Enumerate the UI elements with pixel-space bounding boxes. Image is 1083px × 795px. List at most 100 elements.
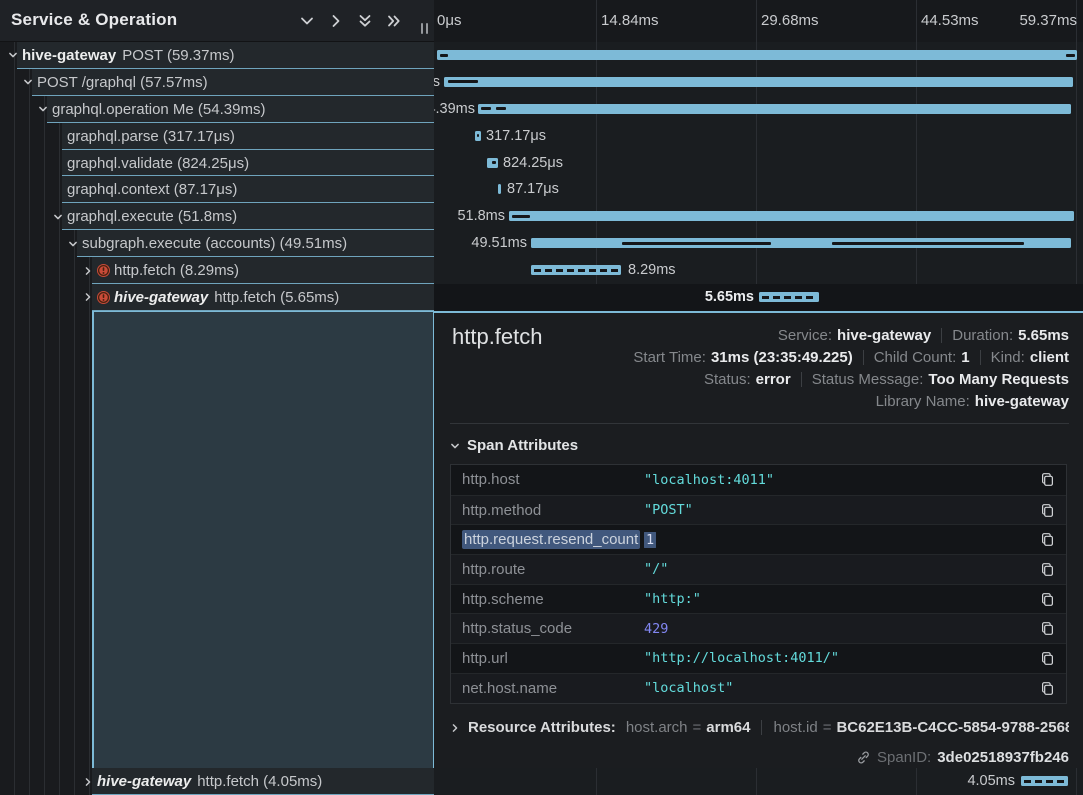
span-duration-bar[interactable]: [509, 211, 1074, 221]
resource-value: arm64: [706, 719, 750, 736]
span-duration-label: 51.8ms: [457, 208, 505, 224]
timeline-span-row[interactable]: 87.17μs: [434, 176, 1083, 203]
meta-label: Status:: [704, 371, 751, 388]
span-duration-label: 317.17μs: [486, 128, 546, 144]
tree-span-row[interactable]: http.fetch (8.29ms): [0, 257, 434, 284]
copy-icon[interactable]: [1040, 592, 1055, 607]
timeline-span-row[interactable]: [434, 42, 1083, 69]
attribute-key: http.host: [462, 471, 642, 488]
link-icon[interactable]: [856, 750, 871, 765]
resource-attributes-title: Resource Attributes:: [468, 719, 616, 736]
tree-span-row[interactable]: graphql.operation Me (54.39ms): [0, 96, 434, 123]
chevron-down-icon[interactable]: [299, 13, 315, 29]
attribute-row[interactable]: http.url"http://localhost:4011/": [451, 643, 1066, 673]
meta-value: hive-gateway: [837, 327, 931, 344]
timeline-span-row[interactable]: 54.39ms: [434, 96, 1083, 123]
timeline-span-row[interactable]: 57.57ms: [434, 69, 1083, 96]
copy-icon[interactable]: [1040, 651, 1055, 666]
splitter-drag-handle[interactable]: [421, 23, 429, 34]
span-duration-bar[interactable]: [444, 77, 1073, 87]
chevron-down-icon[interactable]: [23, 77, 37, 87]
span-duration-bar[interactable]: [531, 265, 621, 275]
chevron-down-icon[interactable]: [53, 212, 67, 222]
resource-attributes-items: host.arch=arm64host.id=BC62E13B-C4CC-585…: [626, 719, 1069, 736]
copy-icon[interactable]: [1040, 621, 1055, 636]
span-duration-bar[interactable]: [437, 50, 1077, 60]
selected-span-expanded-region[interactable]: [92, 311, 434, 768]
tree-span-row[interactable]: graphql.context (87.17μs): [0, 176, 434, 203]
service-name: hive-gateway: [114, 289, 208, 306]
copy-icon[interactable]: [1040, 532, 1055, 547]
child-span-segment: [496, 107, 506, 110]
timeline-span-row[interactable]: 49.51ms: [434, 230, 1083, 257]
span-label: graphql.parse (317.17μs): [67, 128, 235, 145]
span-duration-bar[interactable]: [498, 184, 501, 194]
tree-gutter: [0, 311, 92, 768]
attribute-row[interactable]: http.host"localhost:4011": [451, 465, 1066, 495]
copy-icon[interactable]: [1040, 472, 1055, 487]
ruler-tick-label: 0μs: [437, 12, 462, 29]
span-meta-line: Status:errorStatus Message:Too Many Requ…: [704, 368, 1069, 390]
meta-divider: [980, 350, 981, 365]
attribute-value: "POST": [644, 502, 1040, 518]
span-duration-bar[interactable]: [759, 292, 819, 302]
span-attributes-header[interactable]: Span Attributes: [450, 437, 578, 454]
attribute-row[interactable]: http.route"/": [451, 554, 1066, 584]
tree-span-row[interactable]: hive-gatewayhttp.fetch (4.05ms): [0, 768, 434, 795]
meta-label: Service:: [778, 327, 832, 344]
tree-span-row[interactable]: subgraph.execute (accounts) (49.51ms): [0, 230, 434, 257]
resource-attributes-row[interactable]: Resource Attributes: host.arch=arm64host…: [450, 719, 1069, 736]
chevron-right-icon[interactable]: [83, 266, 97, 276]
timeline-span-row[interactable]: 51.8ms: [434, 203, 1083, 230]
tree-span-row[interactable]: graphql.validate (824.25μs): [0, 150, 434, 177]
timeline-span-row[interactable]: 5.65ms: [434, 284, 1083, 311]
meta-label: Library Name:: [876, 393, 970, 410]
chevrons-right-icon[interactable]: [386, 13, 402, 29]
copy-icon[interactable]: [1040, 562, 1055, 577]
timeline-span-row[interactable]: 317.17μs: [434, 123, 1083, 150]
chevron-right-icon[interactable]: [83, 292, 97, 302]
span-tree: hive-gatewayPOST (59.37ms)POST /graphql …: [0, 42, 434, 311]
attribute-row[interactable]: net.host.name"localhost": [451, 673, 1066, 703]
tree-span-row[interactable]: hive-gatewayhttp.fetch (5.65ms): [0, 284, 434, 311]
attribute-row[interactable]: http.status_code429: [451, 613, 1066, 643]
tree-span-row[interactable]: graphql.execute (51.8ms): [0, 203, 434, 230]
chevrons-down-icon[interactable]: [357, 13, 373, 29]
span-duration-bar[interactable]: [1021, 776, 1068, 786]
timeline-span-row[interactable]: 824.25μs: [434, 150, 1083, 177]
child-span-segment: [492, 161, 496, 164]
chevron-down-icon[interactable]: [8, 50, 22, 60]
chevron-right-icon[interactable]: [83, 777, 97, 787]
meta-label: Child Count:: [874, 349, 957, 366]
chevron-down-icon[interactable]: [38, 104, 52, 114]
tree-row-content: hive-gatewayhttp.fetch (5.65ms): [83, 284, 339, 311]
attribute-row[interactable]: http.request.resend_count1: [451, 524, 1066, 554]
attribute-row[interactable]: http.method"POST": [451, 495, 1066, 525]
tree-span-row[interactable]: graphql.parse (317.17μs): [0, 123, 434, 150]
span-duration-bar[interactable]: [478, 104, 1071, 114]
child-span-segment: [448, 80, 478, 83]
tree-span-row[interactable]: hive-gatewayPOST (59.37ms): [0, 42, 434, 69]
copy-icon[interactable]: [1040, 681, 1055, 696]
meta-divider: [801, 372, 802, 387]
tree-span-row[interactable]: POST /graphql (57.57ms): [0, 69, 434, 96]
attribute-row[interactable]: http.scheme"http:": [451, 584, 1066, 614]
chevron-right-icon[interactable]: [328, 13, 344, 29]
meta-value: client: [1030, 349, 1069, 366]
span-label: graphql.operation Me (54.39ms): [52, 101, 265, 118]
timeline-span-row[interactable]: 8.29ms: [434, 257, 1083, 284]
copy-icon[interactable]: [1040, 503, 1055, 518]
chevron-down-icon[interactable]: [68, 239, 82, 249]
meta-value: hive-gateway: [975, 393, 1069, 410]
span-meta-line: Start Time:31ms (23:35:49.225)Child Coun…: [633, 346, 1069, 368]
timeline-span-row[interactable]: 4.05ms: [434, 768, 1083, 795]
meta-label: Duration:: [952, 327, 1013, 344]
attribute-value: "http:": [644, 591, 1040, 607]
child-span-segment: [477, 134, 479, 137]
chevron-down-icon: [450, 441, 460, 451]
attribute-key: http.url: [462, 650, 642, 667]
meta-value: error: [756, 371, 791, 388]
span-meta-line: Service:hive-gatewayDuration:5.65ms: [778, 324, 1069, 346]
ruler-gridline: [916, 0, 917, 42]
span-duration-label: 49.51ms: [471, 235, 527, 251]
